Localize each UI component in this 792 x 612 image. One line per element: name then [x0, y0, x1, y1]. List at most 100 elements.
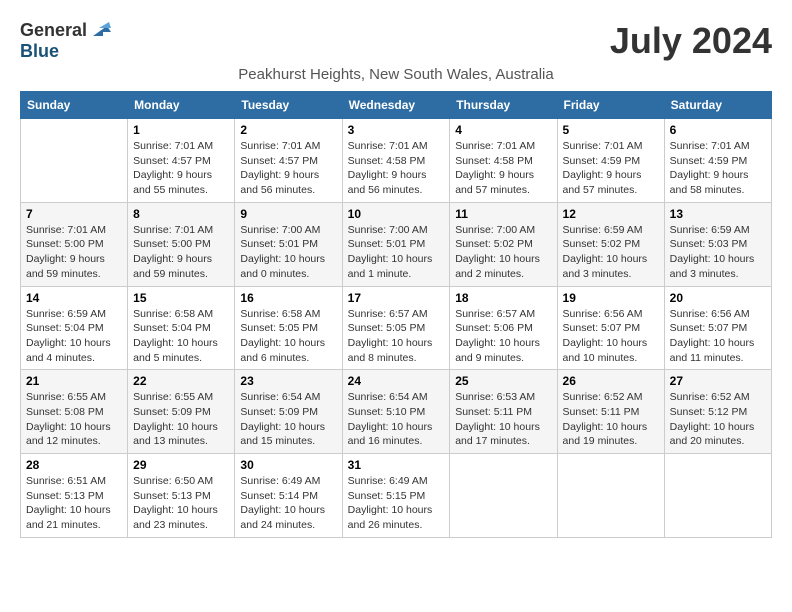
- day-number: 26: [563, 374, 659, 388]
- day-number: 21: [26, 374, 122, 388]
- month-year-title: July 2024: [610, 20, 772, 62]
- day-number: 2: [240, 123, 336, 137]
- calendar-cell: 2 Sunrise: 7:01 AMSunset: 4:57 PMDaylight…: [235, 119, 342, 203]
- day-number: 6: [670, 123, 766, 137]
- day-info: Sunrise: 6:50 AMSunset: 5:13 PMDaylight:…: [133, 474, 229, 533]
- day-info: Sunrise: 6:59 AMSunset: 5:02 PMDaylight:…: [563, 223, 659, 282]
- col-header-tuesday: Tuesday: [235, 92, 342, 119]
- day-number: 27: [670, 374, 766, 388]
- col-header-friday: Friday: [557, 92, 664, 119]
- calendar-cell: 25 Sunrise: 6:53 AMSunset: 5:11 PMDayligh…: [450, 370, 557, 454]
- day-info: Sunrise: 7:01 AMSunset: 4:57 PMDaylight:…: [133, 139, 229, 198]
- day-info: Sunrise: 7:01 AMSunset: 4:58 PMDaylight:…: [455, 139, 551, 198]
- calendar-cell: [21, 119, 128, 203]
- day-number: 15: [133, 291, 229, 305]
- day-number: 28: [26, 458, 122, 472]
- calendar-cell: 13Sunrise: 6:59 AMSunset: 5:03 PMDayligh…: [664, 202, 771, 286]
- calendar-cell: 15Sunrise: 6:58 AMSunset: 5:04 PMDayligh…: [128, 286, 235, 370]
- calendar-cell: 3 Sunrise: 7:01 AMSunset: 4:58 PMDaylight…: [342, 119, 450, 203]
- calendar-cell: 6 Sunrise: 7:01 AMSunset: 4:59 PMDaylight…: [664, 119, 771, 203]
- day-number: 8: [133, 207, 229, 221]
- day-number: 22: [133, 374, 229, 388]
- calendar-week-row: 14 Sunrise: 6:59 AMSunset: 5:04 PMDayligh…: [21, 286, 772, 370]
- col-header-saturday: Saturday: [664, 92, 771, 119]
- calendar-cell: 23 Sunrise: 6:54 AMSunset: 5:09 PMDayligh…: [235, 370, 342, 454]
- calendar-cell: 8Sunrise: 7:01 AMSunset: 5:00 PMDaylight…: [128, 202, 235, 286]
- calendar-cell: 17 Sunrise: 6:57 AMSunset: 5:05 PMDayligh…: [342, 286, 450, 370]
- calendar-cell: 11Sunrise: 7:00 AMSunset: 5:02 PMDayligh…: [450, 202, 557, 286]
- day-number: 7: [26, 207, 122, 221]
- day-number: 20: [670, 291, 766, 305]
- day-number: 24: [348, 374, 445, 388]
- calendar-week-row: 7 Sunrise: 7:01 AMSunset: 5:00 PMDaylight…: [21, 202, 772, 286]
- day-info: Sunrise: 6:53 AMSunset: 5:11 PMDaylight:…: [455, 390, 551, 449]
- day-info: Sunrise: 6:56 AMSunset: 5:07 PMDaylight:…: [563, 307, 659, 366]
- day-info: Sunrise: 6:58 AMSunset: 5:05 PMDaylight:…: [240, 307, 336, 366]
- col-header-sunday: Sunday: [21, 92, 128, 119]
- day-info: Sunrise: 6:55 AMSunset: 5:08 PMDaylight:…: [26, 390, 122, 449]
- day-number: 11: [455, 207, 551, 221]
- day-number: 3: [348, 123, 445, 137]
- day-info: Sunrise: 6:59 AMSunset: 5:04 PMDaylight:…: [26, 307, 122, 366]
- calendar-cell: 16 Sunrise: 6:58 AMSunset: 5:05 PMDayligh…: [235, 286, 342, 370]
- day-number: 16: [240, 291, 336, 305]
- day-info: Sunrise: 6:54 AMSunset: 5:09 PMDaylight:…: [240, 390, 336, 449]
- day-info: Sunrise: 6:56 AMSunset: 5:07 PMDaylight:…: [670, 307, 766, 366]
- day-number: 19: [563, 291, 659, 305]
- day-info: Sunrise: 6:55 AMSunset: 5:09 PMDaylight:…: [133, 390, 229, 449]
- calendar-cell: 27Sunrise: 6:52 AMSunset: 5:12 PMDayligh…: [664, 370, 771, 454]
- calendar-cell: 12 Sunrise: 6:59 AMSunset: 5:02 PMDayligh…: [557, 202, 664, 286]
- day-number: 29: [133, 458, 229, 472]
- day-number: 31: [348, 458, 445, 472]
- day-info: Sunrise: 7:01 AMSunset: 5:00 PMDaylight:…: [26, 223, 122, 282]
- day-info: Sunrise: 6:52 AMSunset: 5:11 PMDaylight:…: [563, 390, 659, 449]
- day-number: 25: [455, 374, 551, 388]
- day-number: 23: [240, 374, 336, 388]
- day-number: 5: [563, 123, 659, 137]
- calendar-cell: [664, 454, 771, 538]
- calendar-cell: 31 Sunrise: 6:49 AMSunset: 5:15 PMDayligh…: [342, 454, 450, 538]
- day-number: 12: [563, 207, 659, 221]
- day-info: Sunrise: 6:59 AMSunset: 5:03 PMDaylight:…: [670, 223, 766, 282]
- calendar-cell: 14 Sunrise: 6:59 AMSunset: 5:04 PMDayligh…: [21, 286, 128, 370]
- col-header-wednesday: Wednesday: [342, 92, 450, 119]
- calendar-week-row: 1Sunrise: 7:01 AMSunset: 4:57 PMDaylight…: [21, 119, 772, 203]
- day-info: Sunrise: 6:49 AMSunset: 5:14 PMDaylight:…: [240, 474, 336, 533]
- day-number: 14: [26, 291, 122, 305]
- calendar-cell: [450, 454, 557, 538]
- col-header-monday: Monday: [128, 92, 235, 119]
- day-info: Sunrise: 6:57 AMSunset: 5:06 PMDaylight:…: [455, 307, 551, 366]
- day-number: 30: [240, 458, 336, 472]
- day-info: Sunrise: 7:00 AMSunset: 5:01 PMDaylight:…: [240, 223, 336, 282]
- calendar-cell: 29 Sunrise: 6:50 AMSunset: 5:13 PMDayligh…: [128, 454, 235, 538]
- logo-general-text: General: [20, 20, 87, 41]
- day-info: Sunrise: 7:01 AMSunset: 4:59 PMDaylight:…: [563, 139, 659, 198]
- calendar-cell: 28Sunrise: 6:51 AMSunset: 5:13 PMDayligh…: [21, 454, 128, 538]
- calendar-cell: 10 Sunrise: 7:00 AMSunset: 5:01 PMDayligh…: [342, 202, 450, 286]
- calendar-week-row: 28Sunrise: 6:51 AMSunset: 5:13 PMDayligh…: [21, 454, 772, 538]
- calendar-cell: 20 Sunrise: 6:56 AMSunset: 5:07 PMDayligh…: [664, 286, 771, 370]
- day-number: 17: [348, 291, 445, 305]
- day-info: Sunrise: 6:49 AMSunset: 5:15 PMDaylight:…: [348, 474, 445, 533]
- calendar-cell: 18Sunrise: 6:57 AMSunset: 5:06 PMDayligh…: [450, 286, 557, 370]
- calendar-cell: 21 Sunrise: 6:55 AMSunset: 5:08 PMDayligh…: [21, 370, 128, 454]
- calendar-cell: 9Sunrise: 7:00 AMSunset: 5:01 PMDaylight…: [235, 202, 342, 286]
- logo-blue-text: Blue: [20, 41, 59, 62]
- calendar-cell: 30 Sunrise: 6:49 AMSunset: 5:14 PMDayligh…: [235, 454, 342, 538]
- calendar-cell: 19 Sunrise: 6:56 AMSunset: 5:07 PMDayligh…: [557, 286, 664, 370]
- day-info: Sunrise: 7:01 AMSunset: 4:57 PMDaylight:…: [240, 139, 336, 198]
- calendar-cell: 22 Sunrise: 6:55 AMSunset: 5:09 PMDayligh…: [128, 370, 235, 454]
- day-info: Sunrise: 6:57 AMSunset: 5:05 PMDaylight:…: [348, 307, 445, 366]
- day-info: Sunrise: 6:54 AMSunset: 5:10 PMDaylight:…: [348, 390, 445, 449]
- day-info: Sunrise: 7:01 AMSunset: 4:59 PMDaylight:…: [670, 139, 766, 198]
- calendar-cell: [557, 454, 664, 538]
- day-info: Sunrise: 7:00 AMSunset: 5:01 PMDaylight:…: [348, 223, 445, 282]
- location-subtitle: Peakhurst Heights, New South Wales, Aust…: [20, 66, 772, 83]
- calendar-cell: 26 Sunrise: 6:52 AMSunset: 5:11 PMDayligh…: [557, 370, 664, 454]
- header: General Blue July 2024: [20, 20, 772, 62]
- day-info: Sunrise: 7:01 AMSunset: 4:58 PMDaylight:…: [348, 139, 445, 198]
- calendar-cell: 5 Sunrise: 7:01 AMSunset: 4:59 PMDaylight…: [557, 119, 664, 203]
- day-number: 10: [348, 207, 445, 221]
- logo: General Blue: [20, 20, 111, 62]
- day-number: 4: [455, 123, 551, 137]
